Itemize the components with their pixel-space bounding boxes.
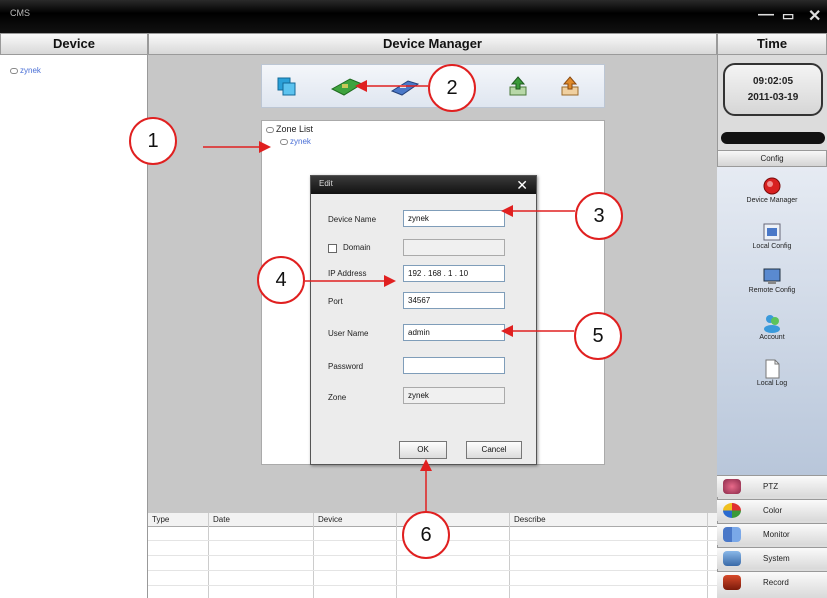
config-item-label: Account — [759, 334, 785, 341]
modify-device-icon[interactable] — [390, 75, 420, 97]
callout-1: 1 — [129, 117, 177, 165]
user-name-label: User Name — [328, 329, 369, 338]
config-local-log[interactable]: Local Log — [717, 359, 827, 387]
log-row-divider — [148, 585, 717, 586]
export-icon[interactable] — [560, 75, 580, 97]
device-icon — [10, 67, 18, 74]
config-header[interactable]: Config — [717, 150, 827, 167]
device-header: Device — [0, 33, 148, 55]
config-item-label: Remote Config — [748, 287, 796, 294]
domain-label: Domain — [343, 243, 371, 252]
device-name-label: Device Name — [328, 215, 377, 224]
zone-item-label: zynek — [290, 137, 311, 146]
record-icon — [723, 575, 741, 590]
ip-address-field[interactable]: 192 . 168 . 1 . 10 — [403, 265, 505, 282]
device-name-field[interactable]: zynek — [403, 210, 505, 227]
ip-address-label: IP Address — [328, 269, 367, 278]
log-column-device[interactable]: Device — [318, 515, 342, 524]
domain-field[interactable] — [403, 239, 505, 256]
device-tree-panel — [0, 55, 148, 598]
device-manager-header: Device Manager — [148, 33, 717, 55]
close-button[interactable]: ✕ — [808, 6, 821, 26]
menu-color[interactable]: Color — [717, 499, 827, 521]
config-account[interactable]: Account — [717, 313, 827, 341]
device-tree-label: zynek — [20, 66, 41, 75]
clock-time: 09:02:05 — [752, 76, 794, 87]
dialog-close-icon[interactable]: ✕ — [516, 177, 528, 194]
menu-label: Monitor — [763, 530, 790, 539]
import-icon[interactable] — [508, 75, 528, 97]
dialog-title: Edit — [319, 179, 333, 188]
password-field[interactable] — [403, 357, 505, 374]
callout-3: 3 — [575, 192, 623, 240]
account-icon — [764, 315, 780, 333]
menu-label: PTZ — [763, 482, 779, 491]
config-item-label: Local Log — [756, 380, 788, 387]
app-title: CMS — [10, 8, 30, 18]
add-device-icon[interactable] — [330, 75, 364, 97]
title-bar: CMS — ▭ ✕ — [0, 0, 827, 33]
monitor-icon — [723, 527, 741, 542]
port-label: Port — [328, 297, 343, 306]
zone-list-label: Zone List — [276, 124, 314, 134]
config-device-manager[interactable]: Device Manager — [717, 176, 827, 204]
minimize-button[interactable]: — — [758, 6, 774, 24]
remote-config-icon — [763, 268, 781, 284]
zone-list-item[interactable]: zynek — [280, 137, 311, 146]
menu-monitor[interactable]: Monitor — [717, 523, 827, 545]
status-bar — [721, 132, 825, 144]
user-name-field[interactable]: admin — [403, 324, 505, 341]
zone-list-root[interactable]: Zone List — [266, 124, 313, 134]
callout-4: 4 — [257, 256, 305, 304]
device-manager-icon — [763, 177, 781, 195]
zone-field[interactable]: zynek — [403, 387, 505, 404]
system-icon — [723, 551, 741, 566]
zone-label: Zone — [328, 393, 347, 402]
callout-5: 5 — [574, 312, 622, 360]
menu-label: Record — [763, 578, 789, 587]
log-column-type[interactable]: Type — [152, 515, 169, 524]
zone-icon — [266, 126, 274, 133]
local-log-icon — [765, 359, 780, 379]
menu-label: System — [763, 554, 790, 563]
menu-ptz[interactable]: PTZ — [717, 475, 827, 497]
domain-checkbox[interactable] — [328, 244, 337, 253]
ok-button[interactable]: OK — [399, 441, 447, 459]
edit-dialog: Edit ✕ Device Name zynek Domain IP Addre… — [310, 175, 537, 465]
config-item-label: Device Manager — [746, 197, 798, 204]
menu-system[interactable]: System — [717, 547, 827, 569]
cancel-button[interactable]: Cancel — [466, 441, 522, 459]
dialog-title-bar: Edit ✕ — [311, 176, 536, 194]
menu-label: Color — [763, 506, 783, 515]
add-zone-icon[interactable] — [277, 75, 297, 97]
device-icon — [280, 138, 288, 145]
config-local-config[interactable]: Local Config — [717, 222, 827, 250]
clock-display: 09:02:05 2011-03-19 — [723, 63, 823, 116]
clock-date: 2011-03-19 — [747, 92, 799, 103]
log-column-date[interactable]: Date — [213, 515, 230, 524]
restore-button[interactable]: ▭ — [782, 8, 794, 24]
device-tree-item[interactable]: zynek — [10, 66, 41, 75]
callout-2: 2 — [428, 64, 476, 112]
config-remote-config[interactable]: Remote Config — [717, 266, 827, 294]
local-config-icon — [763, 223, 781, 241]
ptz-icon — [723, 479, 741, 494]
callout-6: 6 — [402, 511, 450, 559]
log-row-divider — [148, 570, 717, 571]
config-item-label: Local Config — [752, 243, 792, 250]
password-label: Password — [328, 362, 364, 371]
color-icon — [723, 503, 741, 518]
time-header: Time — [717, 33, 827, 55]
menu-record[interactable]: Record — [717, 571, 827, 598]
log-column-describe[interactable]: Describe — [514, 515, 546, 524]
port-field[interactable]: 34567 — [403, 292, 505, 309]
